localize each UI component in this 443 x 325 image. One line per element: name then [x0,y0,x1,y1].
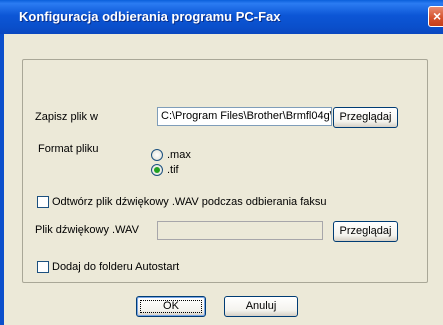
play-sound-checkbox[interactable] [37,196,49,208]
wav-file-field[interactable] [157,221,323,240]
save-to-label: Zapisz plik w [35,111,98,123]
format-tif-label: .tif [167,164,179,176]
wav-file-label: Plik dźwiękowy .WAV [35,224,139,236]
autostart-checkbox[interactable] [37,261,49,273]
cancel-button[interactable]: Anuluj [224,296,298,317]
browse-wav-label: Przeglądaj [339,225,392,237]
browse-save-path-button[interactable]: Przeglądaj [333,107,398,128]
format-tif-radio[interactable] [151,164,163,176]
ok-label: OK [163,300,179,312]
radio-selected-dot [154,167,160,173]
autostart-label: Dodaj do folderu Autostart [52,261,180,273]
settings-group [22,59,428,283]
format-max-radio[interactable] [151,149,163,161]
format-max-label: .max [167,149,191,161]
browse-save-path-label: Przeglądaj [339,111,392,123]
close-button[interactable]: × [428,6,443,27]
dialog-window: Konfiguracja odbierania programu PC-Fax … [0,0,443,325]
play-sound-label: Odtwórz plik dźwiękowy .WAV podczas odbi… [52,196,327,208]
ok-button[interactable]: OK [136,296,206,317]
save-path-field[interactable]: C:\Program Files\Brother\Brmfl04g\F [157,107,332,126]
cancel-label: Anuluj [245,300,277,312]
title-bar[interactable]: Konfiguracja odbierania programu PC-Fax … [0,0,443,34]
file-format-label: Format pliku [38,143,99,155]
window-title: Konfiguracja odbierania programu PC-Fax [19,9,281,24]
close-icon: × [433,8,442,24]
browse-wav-button[interactable]: Przeglądaj [333,221,398,242]
